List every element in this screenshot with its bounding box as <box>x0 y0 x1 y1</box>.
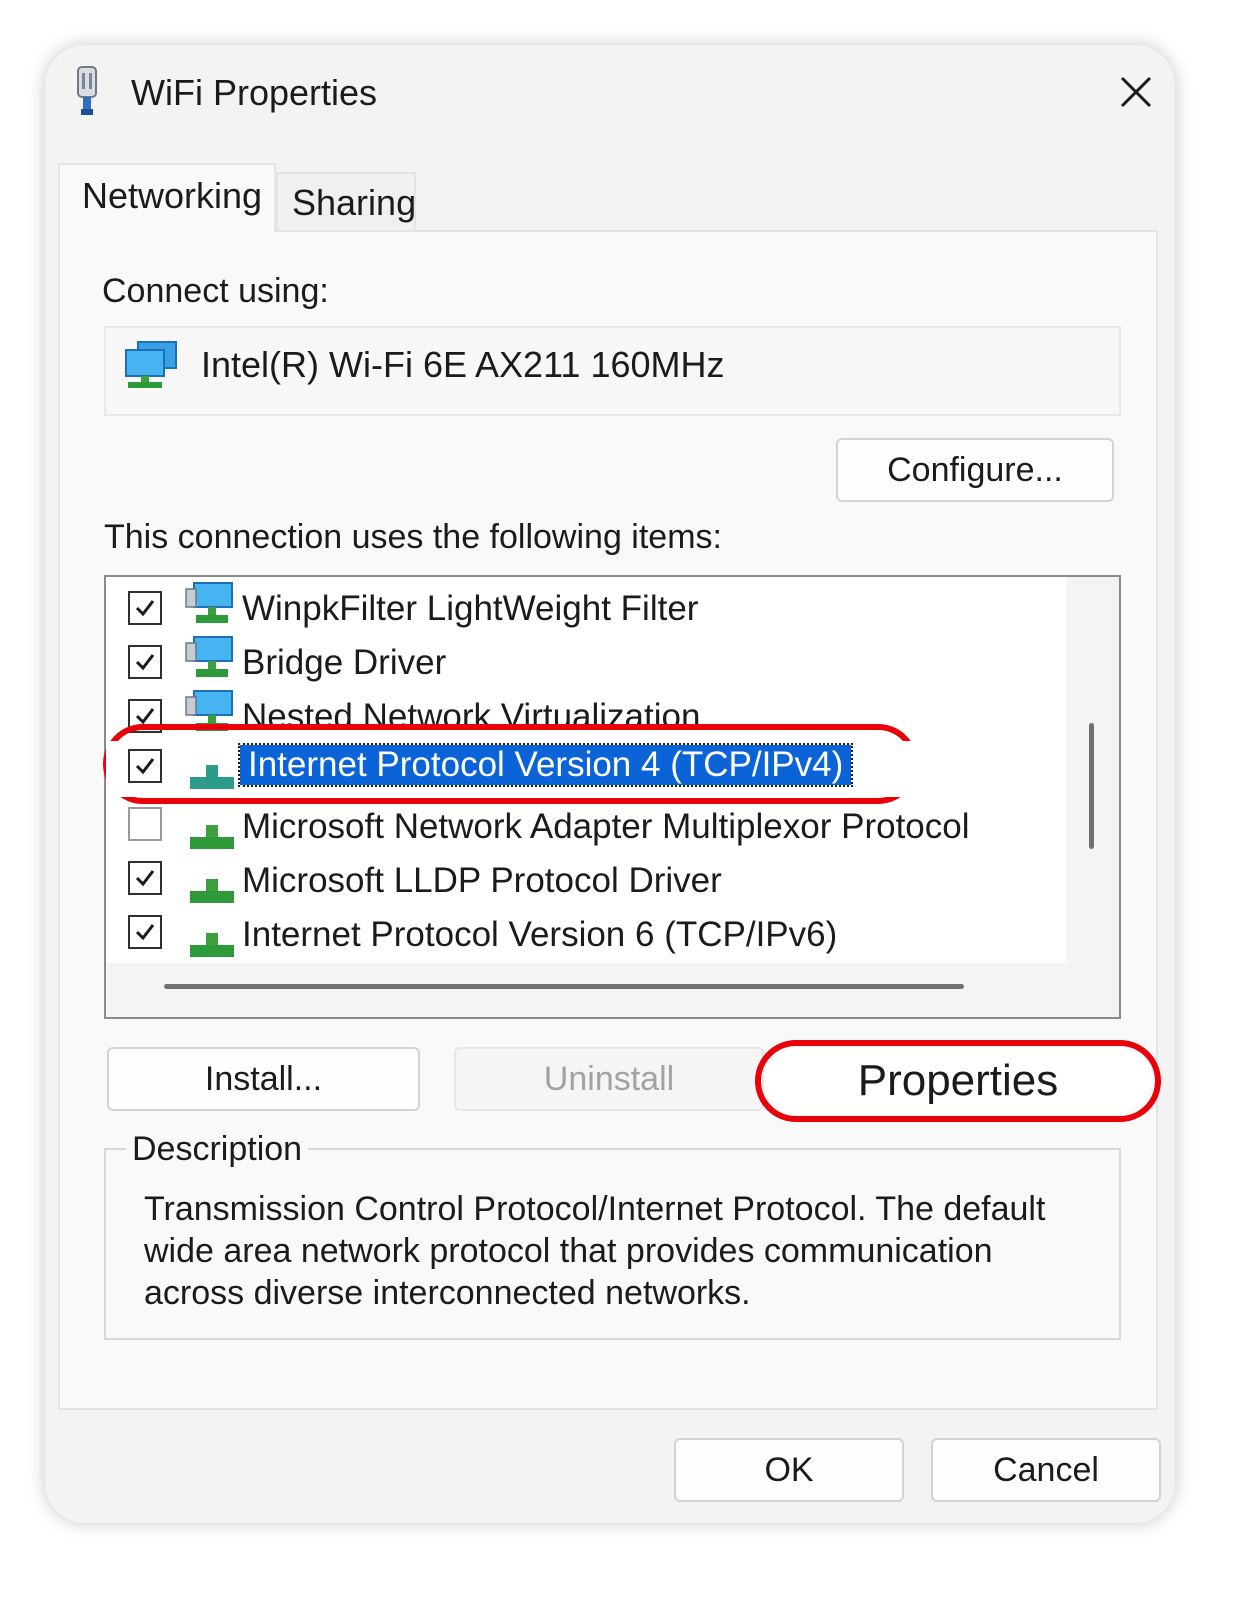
items-label: This connection uses the following items… <box>104 518 722 556</box>
protocol-icon <box>190 879 234 903</box>
horizontal-scrollbar[interactable] <box>106 963 1119 1017</box>
adapter-name: Intel(R) Wi-Fi 6E AX211 160MHz <box>201 344 725 385</box>
item-checkbox[interactable] <box>128 749 162 783</box>
checkmark-icon <box>135 758 155 775</box>
network-adapter-icon <box>125 341 177 388</box>
cancel-button[interactable]: Cancel <box>931 1438 1161 1502</box>
description-text: Transmission Control Protocol/Internet P… <box>144 1190 1046 1312</box>
install-button[interactable]: Install... <box>107 1047 420 1111</box>
item-label: Microsoft LLDP Protocol Driver <box>242 861 722 900</box>
item-label: WinpkFilter LightWeight Filter <box>242 589 699 628</box>
checkmark-icon <box>135 924 155 941</box>
list-item[interactable]: WinpkFilter LightWeight Filter <box>106 581 1066 631</box>
close-icon[interactable] <box>1114 70 1158 114</box>
items-viewport: WinpkFilter LightWeight Filter Bridge Dr… <box>106 577 1066 963</box>
list-item[interactable]: Bridge Driver <box>106 635 1066 685</box>
checkmark-icon <box>135 600 155 617</box>
tab-sharing[interactable]: Sharing <box>276 172 416 230</box>
horizontal-scroll-thumb[interactable] <box>164 984 964 989</box>
window-title: WiFi Properties <box>131 72 378 113</box>
item-label: Internet Protocol Version 6 (TCP/IPv6) <box>242 915 838 954</box>
network-service-icon <box>185 582 233 623</box>
item-checkbox[interactable] <box>128 915 162 949</box>
vertical-scroll-thumb[interactable] <box>1089 723 1094 849</box>
protocol-icon <box>190 933 234 957</box>
list-item[interactable]: Internet Protocol Version 6 (TCP/IPv6) <box>106 909 1066 959</box>
tab-networking[interactable]: Networking <box>58 163 276 233</box>
ok-button[interactable]: OK <box>674 1438 904 1502</box>
uninstall-button[interactable]: Uninstall <box>454 1047 764 1111</box>
list-item[interactable]: Microsoft Network Adapter Multiplexor Pr… <box>106 801 1066 851</box>
annotation-highlight-properties <box>755 1040 1161 1122</box>
list-item-selected[interactable]: Internet Protocol Version 4 (TCP/IPv4) <box>106 741 1066 797</box>
checkmark-icon <box>135 870 155 887</box>
item-checkbox[interactable] <box>128 807 162 841</box>
item-label: Internet Protocol Version 4 (TCP/IPv4) <box>237 743 854 787</box>
item-label: Bridge Driver <box>242 643 447 682</box>
description-legend: Description <box>126 1130 309 1169</box>
configure-button[interactable]: Configure... <box>836 438 1114 502</box>
item-label: Microsoft Network Adapter Multiplexor Pr… <box>242 807 970 846</box>
item-checkbox[interactable] <box>128 645 162 679</box>
item-checkbox[interactable] <box>128 591 162 625</box>
connect-using-label: Connect using: <box>102 272 329 310</box>
protocol-icon <box>190 825 234 849</box>
network-adapter-icon <box>77 66 97 115</box>
protocol-icon <box>190 765 234 789</box>
network-service-icon <box>185 636 233 677</box>
checkmark-icon <box>135 654 155 671</box>
item-checkbox[interactable] <box>128 861 162 895</box>
list-item[interactable]: Microsoft LLDP Protocol Driver <box>106 855 1066 905</box>
